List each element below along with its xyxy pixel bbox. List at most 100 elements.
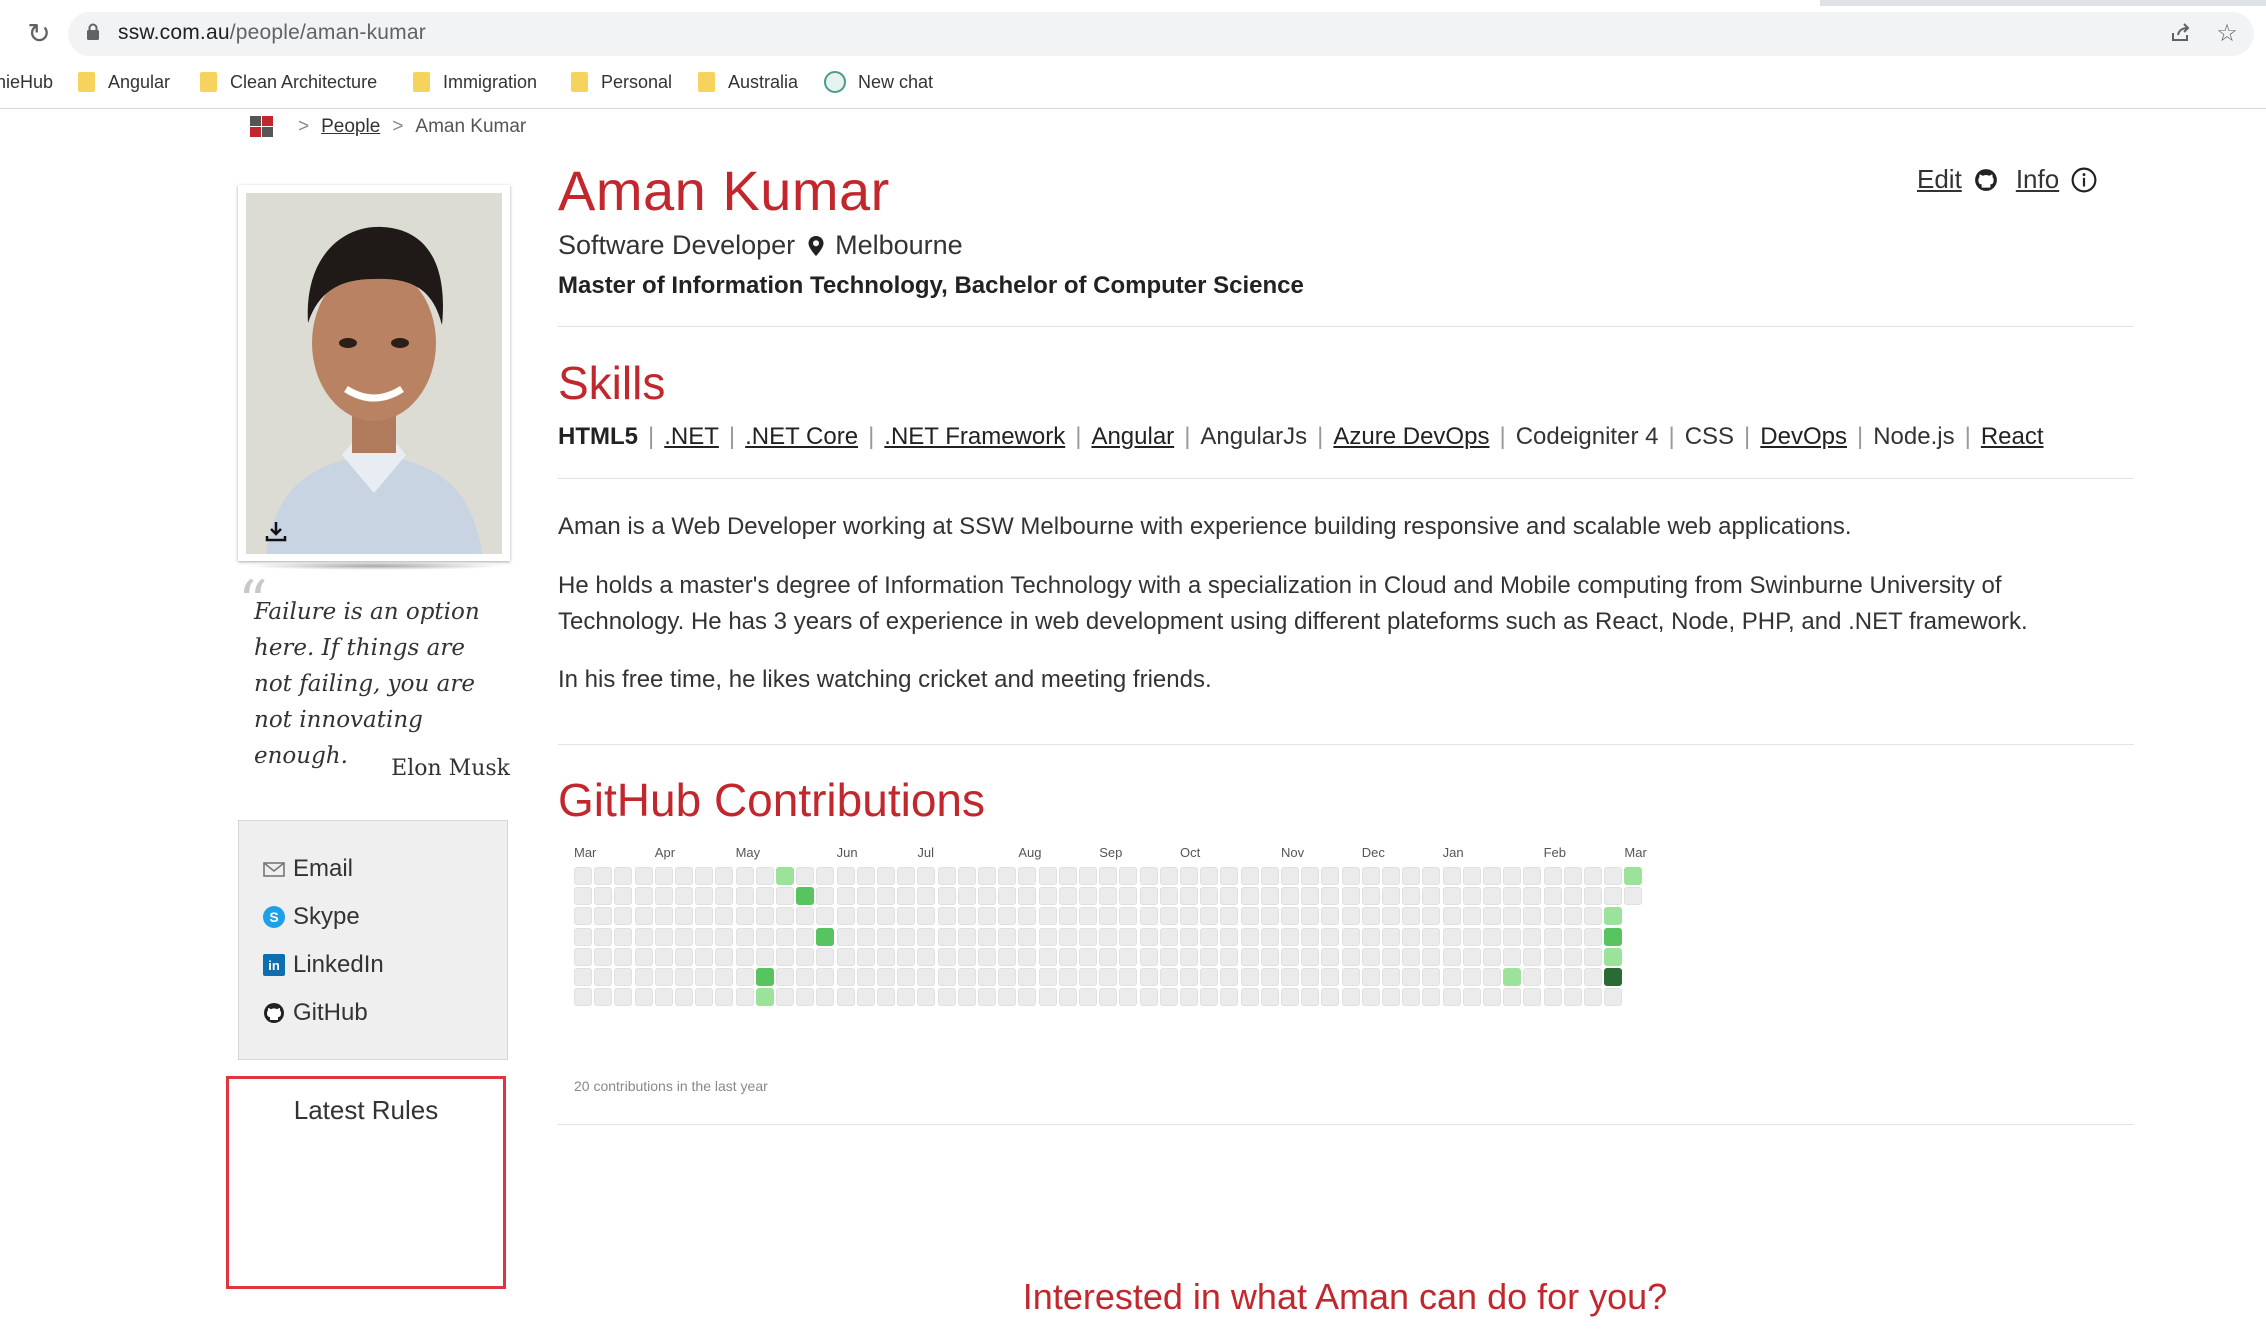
contribution-cell[interactable]: [1058, 947, 1077, 966]
contribution-cell[interactable]: [1281, 887, 1299, 906]
contribution-cell[interactable]: [1402, 907, 1421, 926]
contribution-cell[interactable]: [1321, 887, 1340, 906]
contribution-cell[interactable]: [836, 887, 855, 906]
skill-item[interactable]: .NET: [664, 423, 719, 450]
skill-item[interactable]: Azure DevOps: [1333, 423, 1489, 450]
contribution-cell[interactable]: [1483, 968, 1501, 986]
contribution-cell[interactable]: [1139, 887, 1158, 906]
contribution-cell[interactable]: [776, 968, 794, 986]
contribution-cell[interactable]: [1503, 947, 1522, 966]
contribution-cell[interactable]: [1382, 988, 1400, 1007]
contribution-cell[interactable]: [654, 947, 673, 966]
contribution-cell[interactable]: [1058, 887, 1077, 906]
contribution-cell[interactable]: [1200, 947, 1219, 966]
contribution-cell[interactable]: [917, 927, 936, 946]
contribution-cell[interactable]: [1159, 867, 1178, 885]
contribution-cell[interactable]: [654, 887, 673, 906]
contribution-cell[interactable]: [1038, 968, 1057, 986]
contribution-cell[interactable]: [1382, 867, 1400, 885]
contribution-cell[interactable]: [634, 988, 653, 1007]
info-icon[interactable]: [2071, 167, 2097, 193]
contribution-cell[interactable]: [654, 968, 673, 986]
address-bar[interactable]: ssw.com.au/people/aman-kumar ☆: [68, 12, 2254, 56]
contribution-cell[interactable]: [1079, 907, 1097, 926]
contribution-cell[interactable]: [957, 968, 976, 986]
contribution-cell[interactable]: [1079, 968, 1097, 986]
contribution-cell[interactable]: [1099, 947, 1118, 966]
contribution-cell[interactable]: [715, 907, 734, 926]
contribution-cell[interactable]: [1119, 988, 1138, 1007]
contribution-cell[interactable]: [1361, 988, 1380, 1007]
contribution-cell[interactable]: [695, 988, 714, 1007]
contribution-cell[interactable]: [715, 867, 734, 885]
contribution-cell[interactable]: [978, 968, 996, 986]
contribution-cell[interactable]: [1523, 947, 1542, 966]
contribution-cell[interactable]: [1442, 988, 1461, 1007]
contribution-cell[interactable]: [877, 968, 895, 986]
contribution-cell[interactable]: [1301, 927, 1320, 946]
contribution-cell[interactable]: [594, 988, 613, 1007]
contribution-cell[interactable]: [1099, 988, 1118, 1007]
contribution-cell[interactable]: [1361, 927, 1380, 946]
contribution-cell[interactable]: [957, 927, 976, 946]
contribution-cell[interactable]: [1422, 988, 1441, 1007]
contribution-cell[interactable]: [957, 907, 976, 926]
contribution-cell[interactable]: [1260, 988, 1279, 1007]
contribution-cell[interactable]: [614, 867, 633, 885]
contribution-cell[interactable]: [675, 927, 693, 946]
contribution-cell[interactable]: [755, 968, 774, 986]
contribution-cell[interactable]: [1503, 988, 1522, 1007]
contribution-cell[interactable]: [1462, 887, 1481, 906]
contribution-cell[interactable]: [877, 927, 895, 946]
contribution-cell[interactable]: [1139, 907, 1158, 926]
contribution-cell[interactable]: [1604, 988, 1623, 1007]
contribution-cell[interactable]: [715, 968, 734, 986]
contribution-cell[interactable]: [917, 988, 936, 1007]
contribution-cell[interactable]: [1038, 887, 1057, 906]
contribution-cell[interactable]: [1382, 887, 1400, 906]
contribution-cell[interactable]: [1604, 867, 1623, 885]
contribution-cell[interactable]: [816, 907, 835, 926]
contribution-cell[interactable]: [816, 988, 835, 1007]
contribution-cell[interactable]: [1281, 988, 1299, 1007]
contribution-cell[interactable]: [574, 907, 592, 926]
contribution-cell[interactable]: [614, 927, 633, 946]
contribution-cell[interactable]: [1442, 968, 1461, 986]
contribution-cell[interactable]: [1099, 968, 1118, 986]
contribution-cell[interactable]: [1503, 927, 1522, 946]
contribution-cell[interactable]: [1038, 947, 1057, 966]
contribution-cell[interactable]: [1018, 968, 1037, 986]
contribution-cell[interactable]: [1321, 907, 1340, 926]
contribution-cell[interactable]: [1604, 907, 1623, 926]
url-text[interactable]: ssw.com.au/people/aman-kumar: [118, 21, 426, 45]
contribution-cell[interactable]: [1523, 907, 1542, 926]
contribution-cell[interactable]: [1079, 927, 1097, 946]
contribution-cell[interactable]: [1361, 867, 1380, 885]
contribution-cell[interactable]: [897, 947, 916, 966]
contribution-cell[interactable]: [1240, 867, 1259, 885]
contribution-cell[interactable]: [1584, 947, 1602, 966]
contribution-cell[interactable]: [957, 988, 976, 1007]
skill-item[interactable]: DevOps: [1760, 423, 1847, 450]
contribution-cell[interactable]: [1220, 968, 1239, 986]
contribution-cell[interactable]: [1604, 947, 1623, 966]
contribution-cell[interactable]: [1382, 947, 1400, 966]
contribution-cell[interactable]: [1584, 988, 1602, 1007]
contribution-cell[interactable]: [1563, 887, 1582, 906]
contribution-cell[interactable]: [1523, 988, 1542, 1007]
contribution-cell[interactable]: [877, 907, 895, 926]
contribution-cell[interactable]: [1240, 947, 1259, 966]
contribution-cell[interactable]: [1483, 927, 1501, 946]
contact-github[interactable]: GitHub: [263, 997, 368, 1029]
contribution-cell[interactable]: [1604, 887, 1623, 906]
contribution-cell[interactable]: [1139, 988, 1158, 1007]
contribution-cell[interactable]: [796, 947, 815, 966]
contribution-cell[interactable]: [1442, 867, 1461, 885]
contribution-cell[interactable]: [998, 947, 1017, 966]
contribution-cell[interactable]: [856, 927, 875, 946]
contribution-cell[interactable]: [776, 927, 794, 946]
contribution-cell[interactable]: [1200, 988, 1219, 1007]
contribution-cell[interactable]: [735, 988, 754, 1007]
contribution-cell[interactable]: [1180, 907, 1198, 926]
contribution-cell[interactable]: [796, 907, 815, 926]
